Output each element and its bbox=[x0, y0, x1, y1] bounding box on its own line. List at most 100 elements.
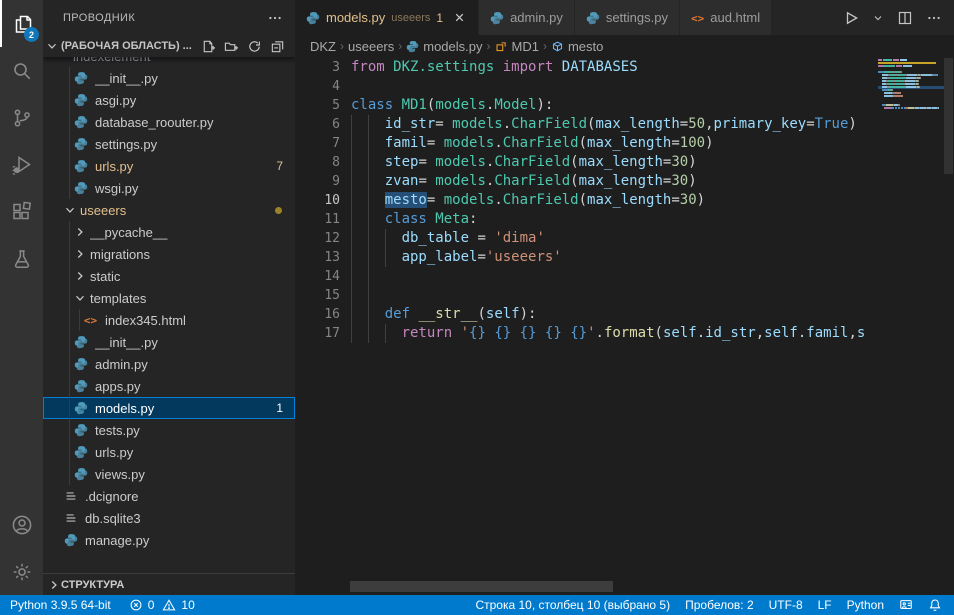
tree-item-views.py[interactable]: views.py bbox=[43, 463, 295, 485]
code-line-text: id_str= models.CharField(max_length=50,p… bbox=[351, 115, 857, 134]
tree-item-urls.py[interactable]: urls.py7 bbox=[43, 155, 295, 177]
new-folder-icon[interactable] bbox=[224, 39, 239, 54]
status-python-interpreter[interactable]: Python 3.9.5 64-bit bbox=[10, 598, 111, 612]
tree-item-__pycache__[interactable]: __pycache__ bbox=[43, 221, 295, 243]
vertical-scrollbar[interactable] bbox=[944, 58, 953, 174]
status-feedback[interactable] bbox=[899, 598, 913, 612]
code-line-11[interactable]: 11 class Meta: bbox=[295, 210, 954, 229]
activity-bar-item-account[interactable] bbox=[0, 501, 43, 548]
code-line-10[interactable]: 10 mesto= models.CharField(max_length=30… bbox=[295, 191, 954, 210]
activity-bar-item-manage[interactable] bbox=[0, 548, 43, 595]
tree-item-wsgi.py[interactable]: wsgi.py bbox=[43, 177, 295, 199]
workspace-section-header[interactable]: (РАБОЧАЯ ОБЛАСТЬ) ... bbox=[43, 35, 295, 57]
tree-item-models.py[interactable]: models.py1 bbox=[43, 397, 295, 419]
status-eol[interactable]: LF bbox=[818, 598, 832, 612]
activity-bar-item-extensions[interactable] bbox=[0, 188, 43, 235]
status-notifications[interactable] bbox=[928, 598, 942, 612]
run-python-file-button[interactable] bbox=[843, 10, 859, 26]
tree-item-tests.py[interactable]: tests.py bbox=[43, 419, 295, 441]
tree-item-migrations[interactable]: migrations bbox=[43, 243, 295, 265]
code-line-16[interactable]: 16 def __str__(self): bbox=[295, 305, 954, 324]
code-token: ) bbox=[688, 154, 696, 170]
activity-bar-item-explorer[interactable]: 2 bbox=[0, 0, 43, 47]
code-line-3[interactable]: 3from DKZ.settings import DATABASES bbox=[295, 58, 954, 77]
collapse-all-icon[interactable] bbox=[270, 39, 285, 54]
tree-item-admin.py[interactable]: admin.py bbox=[43, 353, 295, 375]
code-line-text: class Meta: bbox=[351, 210, 477, 229]
tree-item-.dcignore[interactable]: .dcignore bbox=[43, 485, 295, 507]
split-editor-button[interactable] bbox=[897, 10, 913, 26]
code-token: = bbox=[418, 173, 435, 189]
tree-item-apps.py[interactable]: apps.py bbox=[43, 375, 295, 397]
status-label: Строка 10, столбец 10 (выбрано 5) bbox=[475, 598, 670, 612]
tree-item-settings.py[interactable]: settings.py bbox=[43, 133, 295, 155]
code-line-8[interactable]: 8 step= models.CharField(max_length=30) bbox=[295, 153, 954, 172]
activity-bar-item-testing[interactable] bbox=[0, 235, 43, 282]
tree-item-index345.html[interactable]: <>index345.html bbox=[43, 309, 295, 331]
code-line-6[interactable]: 6 id_str= models.CharField(max_length=50… bbox=[295, 115, 954, 134]
tree-item-__init__.py[interactable]: __init__.py bbox=[43, 331, 295, 353]
minimap-token bbox=[907, 74, 917, 76]
tree-item-db.sqlite3[interactable]: db.sqlite3 bbox=[43, 507, 295, 529]
breadcrumb-item-DKZ[interactable]: DKZ bbox=[310, 39, 336, 54]
activity-bar-item-source-control[interactable] bbox=[0, 94, 43, 141]
code-editor[interactable]: 3from DKZ.settings import DATABASES45cla… bbox=[295, 57, 954, 595]
breadcrumb-label: mesto bbox=[568, 39, 603, 54]
activity-badge: 2 bbox=[24, 27, 39, 42]
outline-section-header[interactable]: СТРУКТУРА bbox=[43, 573, 295, 595]
tree-item-static[interactable]: static bbox=[43, 265, 295, 287]
status-indentation[interactable]: Пробелов: 2 bbox=[685, 598, 754, 612]
code-token: s bbox=[857, 325, 865, 341]
status-cursor-position[interactable]: Строка 10, столбец 10 (выбрано 5) bbox=[475, 598, 670, 612]
tree-item-database_roouter.py[interactable]: database_roouter.py bbox=[43, 111, 295, 133]
tree-item-asgi.py[interactable]: asgi.py bbox=[43, 89, 295, 111]
minimap-token bbox=[886, 104, 893, 106]
code-line-17[interactable]: 17 return '{} {} {} {} {}'.format(self.i… bbox=[295, 324, 954, 343]
new-file-icon[interactable] bbox=[201, 39, 216, 54]
status-problems[interactable]: 010 bbox=[129, 598, 195, 612]
explorer-sidebar: ПРОВОДНИК (РАБОЧАЯ ОБЛАСТЬ) ... indexele… bbox=[43, 0, 295, 595]
line-number: 17 bbox=[295, 324, 340, 343]
minimap[interactable] bbox=[878, 59, 944, 117]
breadcrumb-item-MD1[interactable]: MD1 bbox=[495, 39, 539, 54]
code-line-9[interactable]: 9 zvan= models.CharField(max_length=30) bbox=[295, 172, 954, 191]
activity-bar-item-search[interactable] bbox=[0, 47, 43, 94]
code-line-7[interactable]: 7 famil= models.CharField(max_length=100… bbox=[295, 134, 954, 153]
tab-aud.html[interactable]: <>aud.html bbox=[680, 0, 772, 35]
code-line-5[interactable]: 5class MD1(models.Model): bbox=[295, 96, 954, 115]
breadcrumb-item-useeers[interactable]: useeers bbox=[348, 39, 394, 54]
code-line-text: mesto= models.CharField(max_length=30) bbox=[351, 191, 705, 210]
code-line-13[interactable]: 13 app_label='useeers' bbox=[295, 248, 954, 267]
tree-item-useeers[interactable]: useeers bbox=[43, 199, 295, 221]
breadcrumb-item-mesto[interactable]: mesto bbox=[551, 39, 603, 54]
close-icon[interactable] bbox=[452, 10, 467, 25]
tab-models.py[interactable]: models.pyuseeers1 bbox=[295, 0, 479, 35]
indent-guide bbox=[351, 115, 352, 343]
tab-settings.py[interactable]: settings.py bbox=[575, 0, 680, 35]
minimap-token bbox=[894, 95, 903, 97]
code-line-15[interactable]: 15 bbox=[295, 286, 954, 305]
tree-item-urls.py[interactable]: urls.py bbox=[43, 441, 295, 463]
symbol-class-icon bbox=[495, 40, 508, 53]
code-line-12[interactable]: 12 db_table = 'dima' bbox=[295, 229, 954, 248]
run-dropdown-button[interactable] bbox=[872, 12, 884, 24]
tree-item-__init__.py[interactable]: __init__.py bbox=[43, 67, 295, 89]
more-actions-button[interactable] bbox=[926, 10, 942, 26]
activity-bar-item-run-and-debug[interactable] bbox=[0, 141, 43, 188]
status-encoding[interactable]: UTF-8 bbox=[769, 598, 803, 612]
code-line-14[interactable]: 14 bbox=[295, 267, 954, 286]
code-token: db_table bbox=[402, 230, 469, 246]
minimap-token bbox=[903, 65, 912, 67]
tree-item-templates[interactable]: templates bbox=[43, 287, 295, 309]
sidebar-more-actions-button[interactable] bbox=[267, 10, 283, 26]
horizontal-scrollbar[interactable] bbox=[350, 581, 613, 592]
tab-label: admin.py bbox=[510, 10, 563, 25]
tab-admin.py[interactable]: admin.py bbox=[479, 0, 575, 35]
tree-item-manage.py[interactable]: manage.py bbox=[43, 529, 295, 551]
code-token: app_label bbox=[402, 249, 478, 265]
refresh-icon[interactable] bbox=[247, 39, 262, 54]
status-language-mode[interactable]: Python bbox=[847, 598, 884, 612]
code-line-4[interactable]: 4 bbox=[295, 77, 954, 96]
tree-item-indexelement[interactable]: indexelement bbox=[43, 57, 295, 67]
breadcrumb-item-models.py[interactable]: models.py bbox=[406, 39, 482, 54]
